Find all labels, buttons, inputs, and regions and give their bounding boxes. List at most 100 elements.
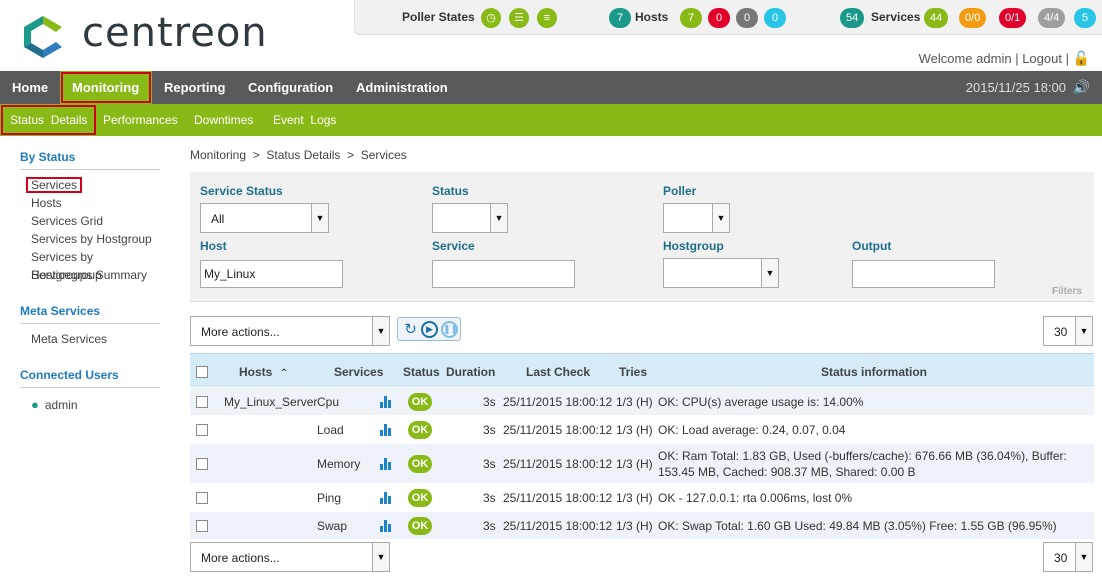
row-status-information: OK - 127.0.0.1: rta 0.006ms, lost 0% (658, 491, 853, 505)
hosts-count-badge[interactable]: 7 (609, 8, 631, 28)
sidebar-item-services-grid[interactable]: Services Grid (20, 212, 160, 230)
services-label[interactable]: Services (871, 10, 920, 24)
chevron-down-icon: ▼ (1075, 543, 1092, 571)
filters-toggle[interactable]: Filters (1052, 286, 1082, 297)
hosts-unreachable-badge[interactable]: 0 (736, 8, 758, 28)
status-select[interactable]: ▼ (432, 203, 508, 233)
speaker-icon[interactable]: 🔊 (1073, 79, 1090, 96)
nav-reporting[interactable]: Reporting (152, 71, 237, 104)
row-service[interactable]: Swap (317, 519, 347, 533)
nav-administration[interactable]: Administration (344, 71, 460, 104)
row-checkbox[interactable] (196, 396, 208, 408)
table-row[interactable]: My_Linux_Server Cpu OK 3s 25/11/2015 18:00:1… (190, 388, 1094, 416)
sidebar-item-hostgroups-summary[interactable]: Hostgroups Summary (20, 266, 160, 284)
col-last-check[interactable]: Last Check (526, 365, 590, 379)
services-ok-badge[interactable]: 44 (924, 8, 949, 28)
table-row[interactable]: Load OK 3s 25/11/2015 18:00:12 1/3 (H) OK: Lo… (190, 416, 1094, 444)
services-warning-badge[interactable]: 0/0 (959, 8, 987, 28)
col-services[interactable]: Services (334, 365, 383, 379)
row-status-information: OK: Swap Total: 1.60 GB Used: 49.84 MB (… (658, 519, 1057, 533)
sidebar-item-services-by-hostgroup[interactable]: Services by Hostgroup (20, 230, 160, 248)
service-input[interactable] (432, 260, 575, 288)
more-actions-select-bottom[interactable]: More actions... ▼ (190, 542, 390, 572)
server-icon[interactable]: ≡ (537, 8, 557, 28)
graph-icon[interactable] (380, 424, 392, 436)
services-critical-badge[interactable]: 0/1 (999, 8, 1027, 28)
sidebar-item-services-by-servicegroup[interactable]: Services by Servicegroup (20, 248, 160, 282)
subnav-event-logs[interactable]: Event Logs (263, 104, 346, 136)
clock-icon[interactable]: ◷ (481, 8, 501, 28)
centreon-logo-icon (24, 16, 62, 58)
logout-link[interactable]: Logout (1022, 51, 1062, 66)
services-pending-badge[interactable]: 5 (1074, 8, 1096, 28)
row-service[interactable]: Load (317, 423, 344, 437)
sidebar-item-services[interactable]: Services (20, 176, 160, 194)
services-unknown-badge[interactable]: 4/4 (1038, 8, 1066, 28)
more-actions-select-top[interactable]: More actions... ▼ (190, 316, 390, 346)
hostgroup-select[interactable]: ▼ (663, 258, 779, 288)
status-label: Status (432, 184, 469, 198)
services-count-badge[interactable]: 54 (840, 8, 865, 28)
hosts-pending-badge[interactable]: 0 (764, 8, 786, 28)
hosts-label[interactable]: Hosts (635, 10, 668, 24)
centreon-logo[interactable]: centreon (18, 10, 278, 62)
user-welcome: Welcome admin | Logout | 🔓 (918, 50, 1090, 67)
graph-icon[interactable] (380, 520, 392, 532)
output-input[interactable] (852, 260, 995, 288)
per-page-select-bottom[interactable]: 30 ▼ (1043, 542, 1093, 572)
subnav-status-details[interactable]: Status Details (0, 104, 97, 136)
row-tries: 1/3 (H) (616, 395, 653, 409)
refresh-icon[interactable]: ↻ (402, 321, 419, 338)
row-duration: 3s (483, 423, 496, 437)
hosts-up-badge[interactable]: 7 (680, 8, 702, 28)
database-icon[interactable]: ☰ (509, 8, 529, 28)
subnav-downtimes[interactable]: Downtimes (184, 104, 263, 136)
col-duration[interactable]: Duration (446, 365, 495, 379)
row-checkbox[interactable] (196, 520, 208, 532)
row-checkbox[interactable] (196, 424, 208, 436)
row-checkbox[interactable] (196, 492, 208, 504)
header: centreon Poller States ◷ ☰ ≡ 7 Hosts 7 0… (0, 0, 1102, 71)
play-icon[interactable]: ▶ (421, 321, 438, 338)
nav-home[interactable]: Home (0, 71, 60, 104)
table-row[interactable]: Swap OK 3s 25/11/2015 18:00:12 1/3 (H) OK: Sw… (190, 512, 1094, 540)
row-tries: 1/3 (H) (616, 519, 653, 533)
table-row[interactable]: Ping OK 3s 25/11/2015 18:00:12 1/3 (H) OK - 1… (190, 484, 1094, 512)
status-badge: OK (408, 455, 432, 473)
host-input[interactable]: My_Linux (200, 260, 343, 288)
chevron-down-icon: ▼ (372, 543, 389, 571)
nav-monitoring[interactable]: Monitoring (60, 71, 152, 104)
per-page-select-top[interactable]: 30 ▼ (1043, 316, 1093, 346)
table-row[interactable]: Memory OK 3s 25/11/2015 18:00:12 1/3 (H) OK: … (190, 444, 1094, 484)
select-all-checkbox[interactable] (196, 366, 208, 378)
row-last-check: 25/11/2015 18:00:12 (503, 457, 613, 471)
row-service[interactable]: Ping (317, 491, 341, 505)
row-last-check: 25/11/2015 18:00:12 (503, 491, 613, 505)
graph-icon[interactable] (380, 458, 392, 470)
sidebar-item-meta-services[interactable]: Meta Services (20, 330, 160, 348)
col-status[interactable]: Status (403, 365, 440, 379)
col-status-information[interactable]: Status information (821, 365, 927, 379)
row-service[interactable]: Memory (317, 457, 360, 471)
col-hosts-label: Hosts (239, 365, 273, 379)
row-checkbox[interactable] (196, 458, 208, 470)
sidebar-item-label[interactable]: Services (25, 176, 83, 194)
graph-icon[interactable] (380, 492, 392, 504)
row-host[interactable]: My_Linux_Server (224, 395, 317, 409)
pause-icon[interactable]: ❚❚ (441, 321, 458, 338)
poller-select[interactable]: ▼ (663, 203, 730, 233)
col-hosts[interactable]: Hosts ⌃ (239, 365, 288, 379)
service-status-select[interactable]: All ▼ (200, 203, 329, 233)
connected-user[interactable]: ● admin (20, 396, 160, 414)
col-tries[interactable]: Tries (619, 365, 647, 379)
sidebar-item-hosts[interactable]: Hosts (20, 194, 160, 212)
hosts-down-badge[interactable]: 0 (708, 8, 730, 28)
subnav-performances[interactable]: Performances (93, 104, 188, 136)
poller-states-label: Poller States (402, 10, 475, 24)
graph-icon[interactable] (380, 396, 392, 408)
main-nav: Home Monitoring Reporting Configuration … (0, 71, 1102, 104)
row-last-check: 25/11/2015 18:00:12 (503, 395, 613, 409)
row-service[interactable]: Cpu (317, 395, 339, 409)
unlock-icon[interactable]: 🔓 (1073, 50, 1090, 67)
nav-configuration[interactable]: Configuration (236, 71, 345, 104)
